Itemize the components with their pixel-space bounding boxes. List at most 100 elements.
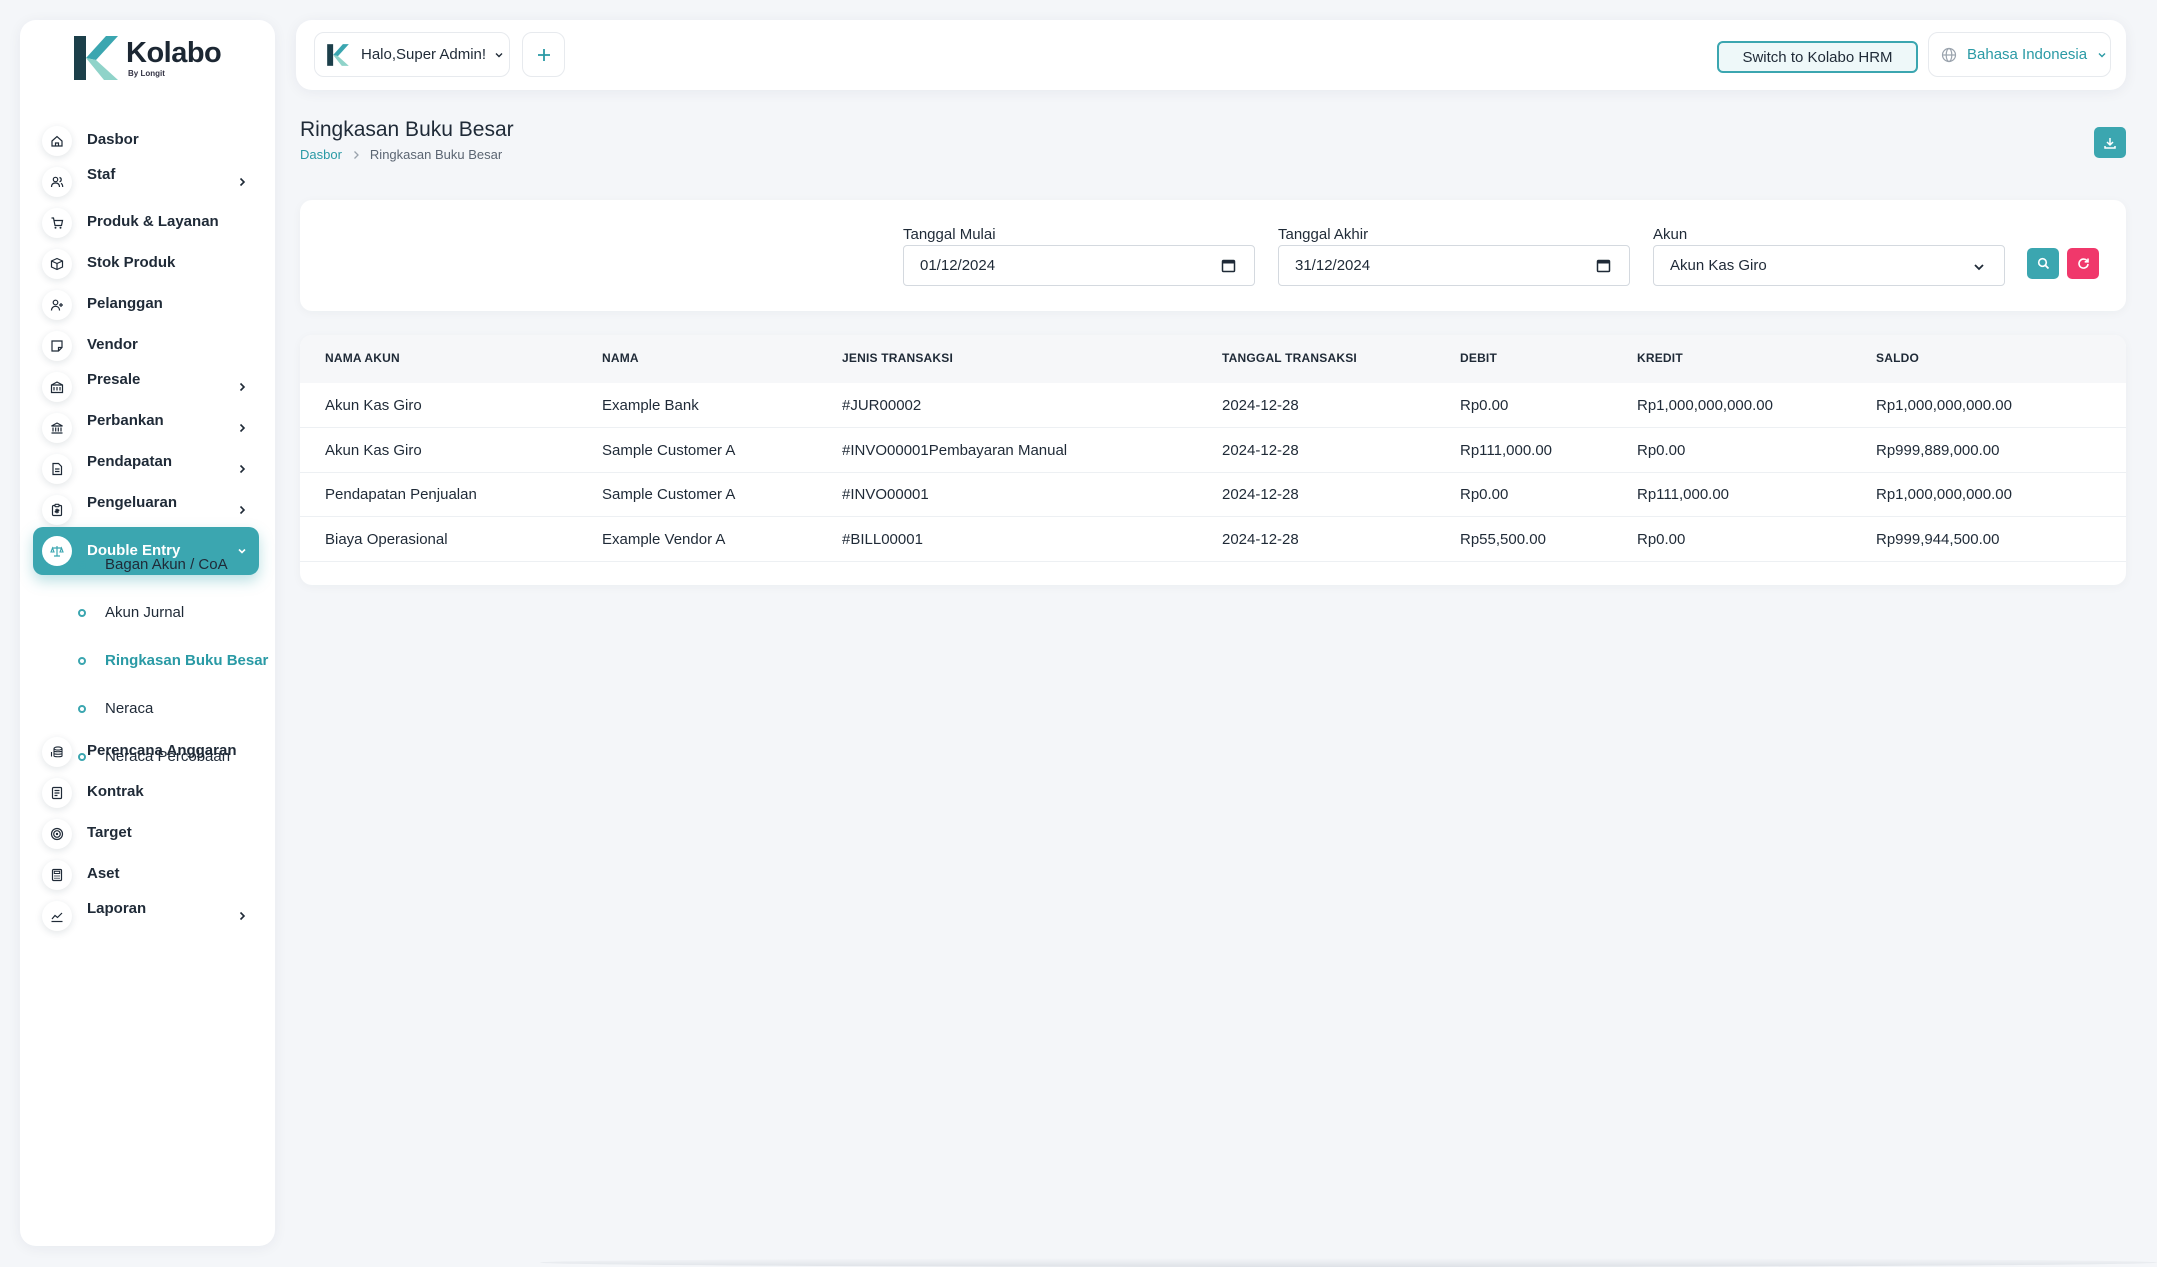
table-cell: Rp0.00 <box>1637 441 1686 459</box>
sidebar-subitem-label: Ringkasan Buku Besar <box>105 652 269 669</box>
end-date-input[interactable]: 31/12/2024 <box>1278 245 1630 286</box>
table-cell: #INVO00001 <box>842 486 929 503</box>
clipboard-icon <box>42 495 72 525</box>
end-date-label: Tanggal Akhir <box>1278 226 1369 243</box>
table-row: Akun Kas Giro Sample Customer A #INVO00001… <box>300 428 2126 473</box>
chevron-right-icon <box>239 382 246 392</box>
calendar-icon[interactable] <box>1596 258 1611 273</box>
bullet-icon <box>78 705 86 713</box>
sidebar-item-label: Dasbor <box>87 131 139 148</box>
users-icon <box>42 167 72 197</box>
bullet-icon <box>78 609 86 617</box>
table-cell: 2024-12-28 <box>1222 441 1299 459</box>
switch-hrm-button[interactable]: Switch to Kolabo HRM <box>1717 41 1918 73</box>
table-cell: Rp55,500.00 <box>1460 530 1546 548</box>
column-header: DEBIT <box>1460 351 1497 365</box>
chevron-right-icon <box>239 423 246 433</box>
sidebar-item-label: Kontrak <box>87 783 144 800</box>
table-cell: Example Bank <box>602 397 699 414</box>
user-menu[interactable]: Halo,Super Admin! <box>314 32 510 77</box>
contract-icon <box>42 778 72 808</box>
column-header: NAMA AKUN <box>325 351 400 365</box>
user-plus-icon <box>42 290 72 320</box>
table-cell: Rp111,000.00 <box>1637 486 1730 503</box>
globe-icon <box>1941 47 1957 62</box>
calculator-icon <box>42 860 72 890</box>
table-cell: Rp1,000,000,000.00 <box>1876 397 2012 414</box>
bullet-icon <box>78 657 86 665</box>
user-greeting: Halo,Super Admin! <box>361 46 487 63</box>
breadcrumb: Dasbor Ringkasan Buku Besar <box>300 147 502 162</box>
sidebar-item-label: Stok Produk <box>87 254 176 271</box>
chevron-down-icon <box>2098 52 2106 57</box>
table-cell: Rp999,889,000.00 <box>1876 441 2000 459</box>
scale-icon <box>42 536 72 566</box>
coins-icon <box>42 737 72 767</box>
chart-icon <box>42 901 72 931</box>
topbar: Halo,Super Admin! Switch to Kolabo HRM B… <box>296 20 2126 90</box>
breadcrumb-home-link[interactable]: Dasbor <box>300 147 342 162</box>
column-header: SALDO <box>1876 351 1919 365</box>
table-cell: Example Vendor A <box>602 530 726 548</box>
account-select[interactable]: Akun Kas Giro <box>1653 245 2005 286</box>
page-title: Ringkasan Buku Besar <box>300 118 514 141</box>
target-icon <box>42 819 72 849</box>
sidebar-item-label: Perbankan <box>87 412 164 429</box>
table-row: Pendapatan Penjualan Sample Customer A #IN… <box>300 472 2126 517</box>
sidebar-item-label: Pendapatan <box>87 453 173 470</box>
reset-button[interactable] <box>2067 248 2099 279</box>
download-button[interactable] <box>2094 127 2126 158</box>
table-cell: Rp1,000,000,000.00 <box>1876 486 2012 503</box>
table-cell: Rp1,000,000,000.00 <box>1637 397 1773 414</box>
sidebar-subitem-label: Neraca Percobaan <box>105 748 231 765</box>
brand-sub: By Longit <box>128 69 165 78</box>
filter-panel: Tanggal Mulai 01/12/2024 Tanggal Akhir 3… <box>300 200 2126 311</box>
table-cell: Rp0.00 <box>1460 486 1509 503</box>
column-header: TANGGAL TRANSAKSI <box>1222 351 1357 365</box>
table-cell: Sample Customer A <box>602 486 736 503</box>
bullet-icon <box>78 561 86 569</box>
sidebar-item-label: Aset <box>87 865 120 882</box>
chevron-right-icon <box>239 911 246 921</box>
chevron-right-icon <box>353 150 359 159</box>
column-header: JENIS TRANSAKSI <box>842 351 954 365</box>
table-cell: #JUR00002 <box>842 397 922 414</box>
table-cell: Sample Customer A <box>602 441 736 459</box>
table-header: NAMA AKUN NAMA JENIS TRANSAKSI TANGGAL TRAN… <box>300 335 2126 383</box>
sidebar-item-label: Target <box>87 824 132 841</box>
table-cell: Pendapatan Penjualan <box>325 486 477 503</box>
table-row: Biaya Operasional Example Vendor A #BILL00… <box>300 517 2126 562</box>
language-selector[interactable]: Bahasa Indonesia <box>1928 32 2111 77</box>
sidebar-item-label: Staf <box>87 166 116 183</box>
sidebar-item-laporan[interactable]: Laporan <box>33 892 259 940</box>
add-button[interactable] <box>522 32 565 77</box>
table-cell: Rp0.00 <box>1460 397 1509 414</box>
chevron-down-icon <box>495 52 503 57</box>
ledger-table: NAMA AKUN NAMA JENIS TRANSAKSI TANGGAL TRAN… <box>300 335 2126 585</box>
kolabo-mini-logo-icon <box>327 43 349 66</box>
column-header: KREDIT <box>1637 351 1683 365</box>
refresh-icon <box>2077 258 2089 269</box>
sidebar-subitem-label: Akun Jurnal <box>105 604 185 621</box>
table-cell: 2024-12-28 <box>1222 486 1299 503</box>
chevron-right-icon <box>239 464 246 474</box>
account-label: Akun <box>1653 226 1688 243</box>
building-icon <box>42 372 72 402</box>
sidebar-subitem-label: Neraca <box>105 700 154 717</box>
table-cell: 2024-12-28 <box>1222 397 1299 414</box>
language-label: Bahasa Indonesia <box>1967 46 2088 63</box>
start-date-value: 01/12/2024 <box>920 257 996 274</box>
column-header: NAMA <box>602 351 639 365</box>
chevron-right-icon <box>239 177 246 187</box>
search-icon <box>2037 257 2049 270</box>
sidebar-item-label: Produk & Layanan <box>87 213 219 230</box>
kolabo-logo[interactable]: Kolabo By Longit <box>72 34 222 82</box>
table-cell: Akun Kas Giro <box>325 397 422 414</box>
table-row: Akun Kas Giro Example Bank #JUR00002 2024-1… <box>300 383 2126 428</box>
search-button[interactable] <box>2027 248 2059 279</box>
cart-icon <box>42 208 72 238</box>
start-date-input[interactable]: 01/12/2024 <box>903 245 1255 286</box>
sidebar-item-label: Laporan <box>87 900 147 917</box>
calendar-icon[interactable] <box>1221 258 1236 273</box>
start-date-label: Tanggal Mulai <box>903 226 996 243</box>
